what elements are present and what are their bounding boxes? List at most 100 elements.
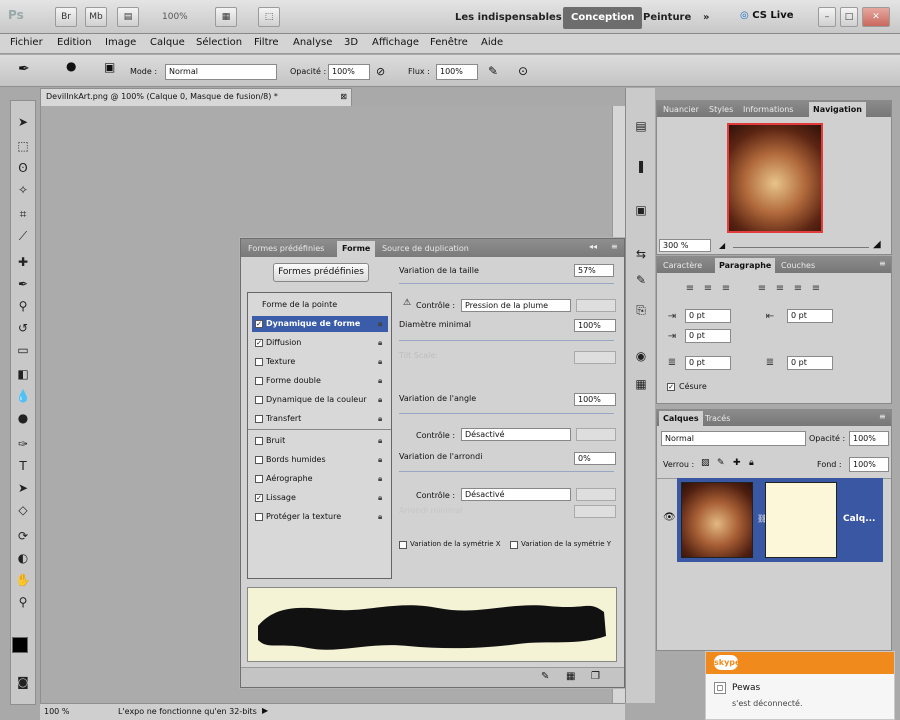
styles-icon[interactable]: ▦ xyxy=(631,374,651,394)
minimize-button[interactable]: – xyxy=(818,7,836,27)
clone-stamp-icon[interactable]: ⚲ xyxy=(13,297,33,315)
indent-first-line-field[interactable]: 0 pt xyxy=(685,329,731,343)
actions-panel-icon[interactable]: ❚ xyxy=(631,156,651,176)
tab-info[interactable]: Informations xyxy=(739,102,797,117)
layer-opacity-field[interactable]: 100% xyxy=(849,431,889,446)
brush-panel-toggle-icon[interactable]: ▣ xyxy=(104,60,115,74)
control2-select[interactable]: Désactivé xyxy=(461,428,571,441)
space-after-field[interactable]: 0 pt xyxy=(787,356,833,370)
size-jitter-field[interactable]: 57% xyxy=(574,264,614,277)
roundness-jitter-field[interactable]: 0% xyxy=(574,452,616,465)
brush-tool-icon-2[interactable]: ✒ xyxy=(13,275,33,293)
brush-setting-item[interactable]: Forme double 🔒︎ xyxy=(252,373,388,389)
brush-setting-checkbox[interactable] xyxy=(255,358,263,366)
bridge-icon[interactable]: Br xyxy=(55,7,77,27)
type-tool-icon[interactable]: T xyxy=(13,457,33,475)
lock-position-icon[interactable]: ✚ xyxy=(733,458,741,468)
clone-source-icon[interactable]: ⎘ xyxy=(631,300,651,320)
lock-icon[interactable]: 🔒︎ xyxy=(378,455,386,464)
brush-preset-icon[interactable]: ● xyxy=(66,59,76,73)
hyphenate-checkbox[interactable]: ✓ xyxy=(667,383,675,391)
hand-tool-icon[interactable]: ✋ xyxy=(13,571,33,589)
eyedropper-tool-icon[interactable]: ⟋ xyxy=(13,227,33,245)
flip-y-checkbox[interactable] xyxy=(510,541,518,549)
tab-paths[interactable]: Tracés xyxy=(701,411,734,426)
control3-select[interactable]: Désactivé xyxy=(461,488,571,501)
brush-tool-icon[interactable]: ✒ xyxy=(18,61,30,77)
lock-all-icon[interactable]: 🔒︎ xyxy=(749,458,754,468)
align-right-icon[interactable]: ≡ xyxy=(719,283,733,295)
quick-mask-icon[interactable]: ◙ xyxy=(13,673,33,691)
navigator-thumbnail[interactable] xyxy=(727,123,823,233)
justify-right-icon[interactable]: ≡ xyxy=(791,283,805,295)
close-document-icon[interactable]: ⊠ xyxy=(340,89,347,105)
protect-texture-icon[interactable]: ✎ xyxy=(541,671,549,682)
status-arrow-icon[interactable]: ▶ xyxy=(262,706,268,715)
tab-brush[interactable]: Forme xyxy=(337,241,376,257)
lock-icon[interactable]: 🔒︎ xyxy=(378,474,386,483)
brush-setting-item[interactable]: ✓ Diffusion 🔒︎ xyxy=(252,335,388,351)
fill-field[interactable]: 100% xyxy=(849,457,889,472)
crop-tool-icon[interactable]: ⌗ xyxy=(13,205,33,223)
close-button[interactable]: ✕ xyxy=(862,7,890,27)
skype-notification[interactable]: skype ◻ Pewas s'est déconnecté. xyxy=(705,651,895,720)
arrange-docs-icon[interactable]: ▦ xyxy=(215,7,237,27)
lock-icon[interactable]: 🔒︎ xyxy=(378,376,386,385)
gradient-tool-icon[interactable]: ◧ xyxy=(13,365,33,383)
angle-jitter-field[interactable]: 100% xyxy=(574,393,616,406)
collapse-panel-icon[interactable]: ◂◂ xyxy=(589,242,597,251)
cs-live-button[interactable]: ◎ CS Live xyxy=(740,10,794,21)
brush-setting-checkbox[interactable]: ✓ xyxy=(255,339,263,347)
lock-transparency-icon[interactable]: ▧ xyxy=(701,458,710,468)
indent-left-field[interactable]: 0 pt xyxy=(685,309,731,323)
size-jitter-slider[interactable] xyxy=(399,283,614,284)
brush-presets-button[interactable]: Formes prédéfinies xyxy=(273,263,369,282)
menu-filter[interactable]: Filtre xyxy=(254,37,279,48)
justify-all-icon[interactable]: ≡ xyxy=(809,283,823,295)
brush-setting-item[interactable]: Forme de la pointe xyxy=(252,297,388,313)
3d-rotate-icon[interactable]: ⟳ xyxy=(13,527,33,545)
brush-setting-item[interactable]: ✓ Lissage 🔒︎ xyxy=(252,490,388,506)
justify-left-icon[interactable]: ≡ xyxy=(755,283,769,295)
blur-tool-icon[interactable]: 💧 xyxy=(13,387,33,405)
brush-setting-item[interactable]: Aérographe 🔒︎ xyxy=(252,471,388,487)
menu-analysis[interactable]: Analyse xyxy=(293,37,332,48)
new-brush-icon[interactable]: ❐ xyxy=(591,671,600,682)
brush-setting-checkbox[interactable] xyxy=(255,437,263,445)
brush-setting-item[interactable]: Transfert 🔒︎ xyxy=(252,411,388,427)
layer-row[interactable]: ⛓ Calq... xyxy=(677,478,883,562)
zoom-out-icon[interactable]: ◢ xyxy=(719,241,725,250)
tab-brush-presets[interactable]: Formes prédéfinies xyxy=(243,241,329,257)
workspace-essentials[interactable]: Les indispensables xyxy=(447,7,570,29)
menu-file[interactable]: Fichier xyxy=(10,37,43,48)
lock-image-icon[interactable]: ✎ xyxy=(717,458,725,468)
brush-setting-checkbox[interactable] xyxy=(255,415,263,423)
angle-jitter-slider[interactable] xyxy=(399,413,614,414)
indent-right-field[interactable]: 0 pt xyxy=(787,309,833,323)
brush-setting-item[interactable]: Bruit 🔒︎ xyxy=(252,433,388,449)
3d-camera-icon[interactable]: ◐ xyxy=(13,549,33,567)
foreground-color-swatch[interactable] xyxy=(12,637,28,653)
flow-field[interactable]: 100% xyxy=(436,64,478,80)
layer-name[interactable]: Calq... xyxy=(843,514,875,524)
lock-icon[interactable]: 🔒︎ xyxy=(378,414,386,423)
tab-styles[interactable]: Styles xyxy=(705,102,737,117)
brush-setting-checkbox[interactable] xyxy=(255,513,263,521)
roundness-jitter-slider[interactable] xyxy=(399,471,614,472)
image-panel-icon[interactable]: ▣ xyxy=(631,200,651,220)
pressure-opacity-icon[interactable]: ⊘ xyxy=(376,65,385,78)
brush-setting-item[interactable]: Bords humides 🔒︎ xyxy=(252,452,388,468)
control1-select[interactable]: Pression de la plume xyxy=(461,299,571,312)
opacity-field[interactable]: 100% xyxy=(328,64,370,80)
adjustments-icon[interactable]: ⇆ xyxy=(631,244,651,264)
layers-menu-icon[interactable]: ≡ xyxy=(879,412,886,421)
history-panel-icon[interactable]: ▤ xyxy=(631,116,651,136)
brush-setting-item[interactable]: Protéger la texture 🔒︎ xyxy=(252,509,388,525)
document-tab[interactable]: DevilInkArt.png @ 100% (Calque 0, Masque… xyxy=(40,88,352,106)
zoom-in-icon[interactable]: ◢ xyxy=(873,239,881,250)
tab-swatches[interactable]: Nuancier xyxy=(659,102,703,117)
lock-icon[interactable]: 🔒︎ xyxy=(378,512,386,521)
brush-setting-checkbox[interactable] xyxy=(255,475,263,483)
min-diameter-slider[interactable] xyxy=(399,340,614,341)
mini-bridge-icon[interactable]: Mb xyxy=(85,7,107,27)
